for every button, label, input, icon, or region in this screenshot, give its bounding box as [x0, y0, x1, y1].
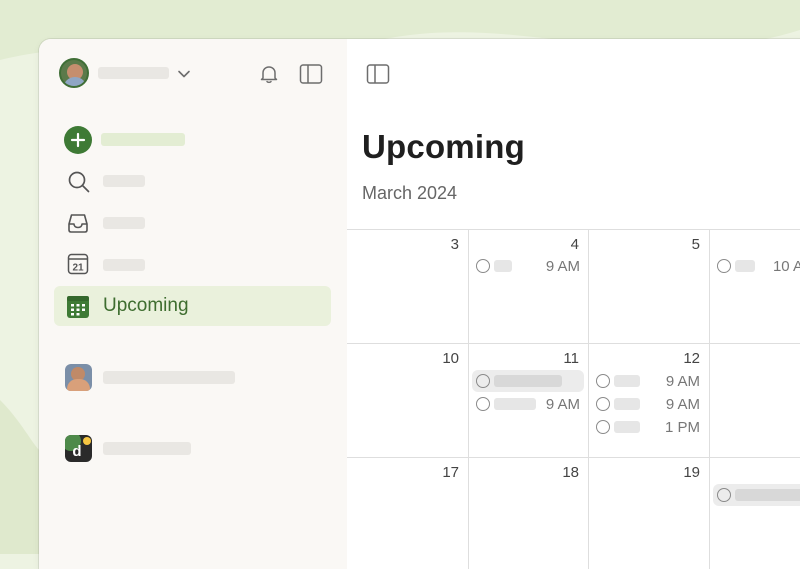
task-item[interactable]: 1 PM: [592, 416, 704, 438]
task-item[interactable]: 9 AM: [472, 255, 584, 277]
task-time: 9 AM: [665, 396, 700, 413]
day-number: 17: [442, 464, 459, 481]
bell-icon[interactable]: [258, 63, 280, 85]
sidebar-toggle-icon[interactable]: [299, 63, 323, 85]
task-item[interactable]: 9 AM: [472, 393, 584, 415]
task-checkbox[interactable]: [596, 374, 610, 388]
add-task-icon[interactable]: [64, 126, 92, 154]
task-time: 10 A: [772, 258, 800, 275]
inbox-label-placeholder[interactable]: [103, 217, 145, 229]
inbox-icon[interactable]: [66, 211, 90, 235]
svg-text:d: d: [72, 443, 81, 460]
month-selector[interactable]: March 2024: [362, 183, 457, 204]
task-item[interactable]: 10 A: [713, 255, 800, 277]
page-title: Upcoming: [362, 128, 525, 165]
calendar-grid: 3 4 5 9 AM 10 A 10 11 12 9 AM 9 AM 9 AM …: [347, 229, 800, 569]
search-icon[interactable]: [66, 169, 92, 195]
workspace-name-placeholder[interactable]: [103, 442, 191, 455]
task-checkbox[interactable]: [717, 488, 731, 502]
search-label-placeholder[interactable]: [103, 175, 145, 187]
app-window: 21 Upcoming d Upcoming March 2024 3 4 5 …: [39, 39, 800, 569]
sidebar-toggle-icon[interactable]: [366, 63, 390, 85]
task-time: 1 PM: [664, 419, 700, 436]
task-item[interactable]: 9 AM: [592, 370, 704, 392]
task-item[interactable]: 9 AM: [592, 393, 704, 415]
task-checkbox[interactable]: [476, 397, 490, 411]
project-avatar[interactable]: [65, 364, 92, 391]
user-avatar[interactable]: [59, 58, 89, 88]
user-name-placeholder[interactable]: [98, 67, 169, 79]
task-time: 9 AM: [665, 373, 700, 390]
svg-text:21: 21: [72, 263, 84, 274]
main-panel: Upcoming March 2024 3 4 5 9 AM 10 A 10 1…: [347, 39, 800, 569]
day-number: 10: [442, 350, 459, 367]
sidebar: 21 Upcoming d: [39, 39, 347, 569]
day-number: 4: [570, 236, 579, 253]
task-checkbox[interactable]: [476, 374, 490, 388]
today-calendar-icon[interactable]: 21: [66, 252, 90, 276]
task-checkbox[interactable]: [476, 259, 490, 273]
sidebar-item-upcoming[interactable]: Upcoming: [54, 286, 331, 326]
task-checkbox[interactable]: [717, 259, 731, 273]
task-checkbox[interactable]: [596, 397, 610, 411]
day-number: 18: [562, 464, 579, 481]
day-number: 3: [450, 236, 459, 253]
workspace-logo[interactable]: d: [65, 435, 92, 462]
add-task-label-placeholder[interactable]: [101, 133, 185, 146]
day-number: 11: [563, 350, 579, 367]
day-number: 5: [691, 236, 700, 253]
day-number: 12: [683, 350, 700, 367]
today-label-placeholder[interactable]: [103, 259, 145, 271]
upcoming-calendar-icon: [67, 296, 89, 318]
chevron-down-icon[interactable]: [177, 67, 191, 81]
task-item-selected[interactable]: [713, 484, 800, 506]
day-number: 19: [683, 464, 700, 481]
project-name-placeholder[interactable]: [103, 371, 235, 384]
task-item-selected[interactable]: [472, 370, 584, 392]
task-time: 9 AM: [545, 258, 580, 275]
task-time: 9 AM: [545, 396, 580, 413]
task-checkbox[interactable]: [596, 420, 610, 434]
sidebar-item-label: Upcoming: [103, 295, 189, 316]
